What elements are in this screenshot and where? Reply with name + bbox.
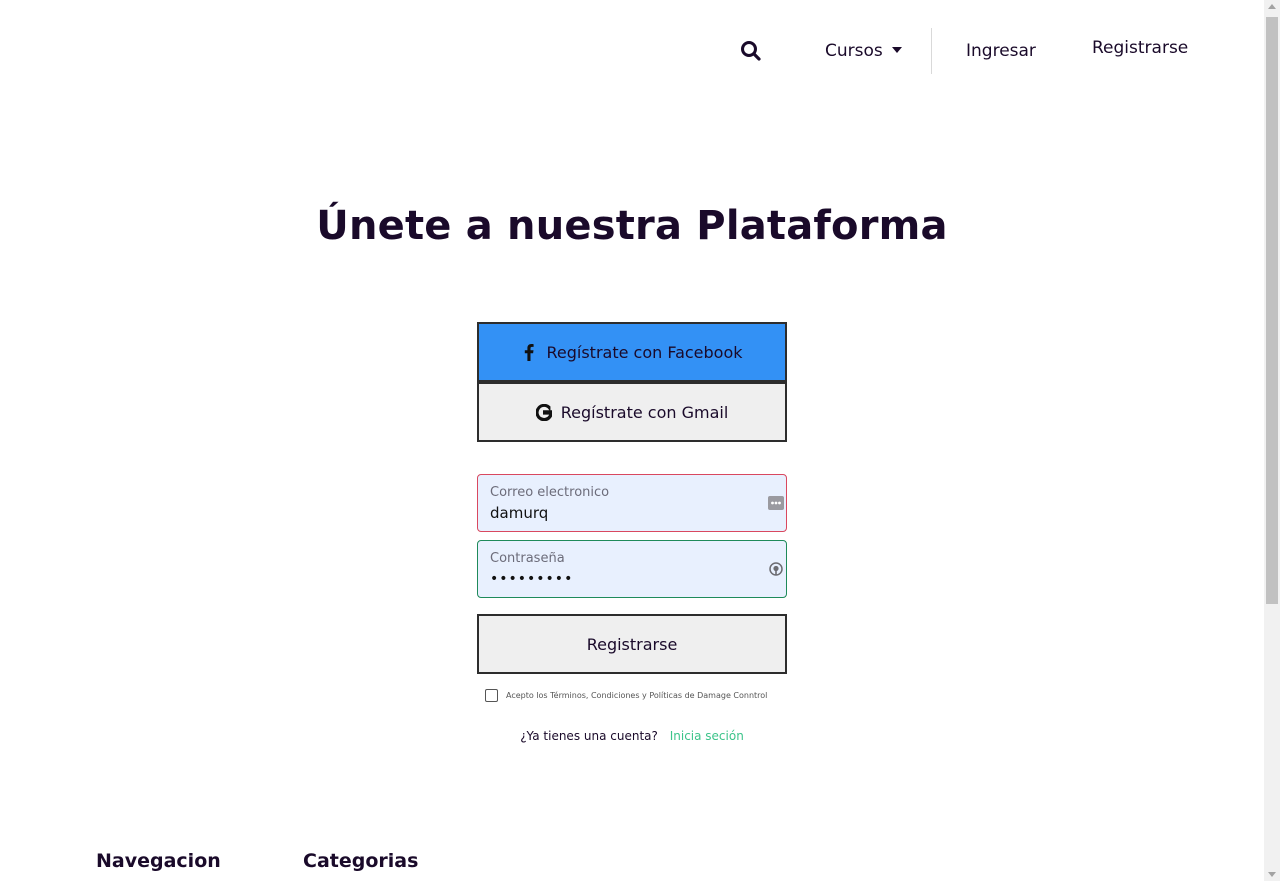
email-label: Correo electronico <box>490 485 610 500</box>
terms-row: Acepto los Términos, Condiciones y Polít… <box>485 689 767 702</box>
ingresar-link[interactable]: Ingresar <box>966 41 1036 61</box>
registrarse-link[interactable]: Registrarse <box>1092 38 1188 58</box>
facebook-signup-button[interactable]: Regístrate con Facebook <box>477 322 787 382</box>
gmail-signup-button[interactable]: Regístrate con Gmail <box>477 382 787 442</box>
email-field[interactable]: Correo electronico damurq <box>477 474 787 532</box>
register-submit-label: Registrarse <box>586 634 678 654</box>
nav-divider <box>931 28 932 74</box>
caret-down-icon <box>891 47 902 53</box>
scroll-thumb[interactable] <box>1266 17 1278 604</box>
gmail-button-label: Regístrate con Gmail <box>560 402 729 422</box>
login-link[interactable]: Inicia seción <box>670 729 744 743</box>
have-account-text: ¿Ya tienes una cuenta? <box>520 729 658 743</box>
page-title: Únete a nuestra Plataforma <box>316 203 948 249</box>
search-icon[interactable] <box>738 38 764 64</box>
login-prompt: ¿Ya tienes una cuenta? Inicia seción <box>0 729 1264 743</box>
scroll-down-arrow-icon[interactable] <box>1268 872 1276 877</box>
password-field[interactable]: Contraseña ••••••••• <box>477 540 787 598</box>
footer-categorias-heading: Categorias <box>303 850 419 872</box>
password-value: ••••••••• <box>490 571 574 587</box>
autofill-icon[interactable] <box>768 495 784 511</box>
email-value: damurq <box>490 504 549 522</box>
vertical-scrollbar[interactable] <box>1264 0 1280 881</box>
google-icon <box>535 403 552 421</box>
password-label: Contraseña <box>490 551 565 566</box>
facebook-button-label: Regístrate con Facebook <box>546 342 743 362</box>
password-key-icon[interactable] <box>768 561 784 577</box>
footer-navegacion-heading: Navegacion <box>96 850 221 872</box>
terms-label: Acepto los Términos, Condiciones y Polít… <box>506 691 768 700</box>
cursos-label: Cursos <box>825 41 883 61</box>
cursos-dropdown[interactable]: Cursos <box>825 41 902 61</box>
scroll-up-arrow-icon[interactable] <box>1268 4 1276 9</box>
terms-checkbox[interactable] <box>485 689 498 702</box>
facebook-icon <box>521 343 537 361</box>
register-submit-button[interactable]: Registrarse <box>477 614 787 674</box>
navbar: Cursos Ingresar Registrarse <box>0 0 1264 100</box>
